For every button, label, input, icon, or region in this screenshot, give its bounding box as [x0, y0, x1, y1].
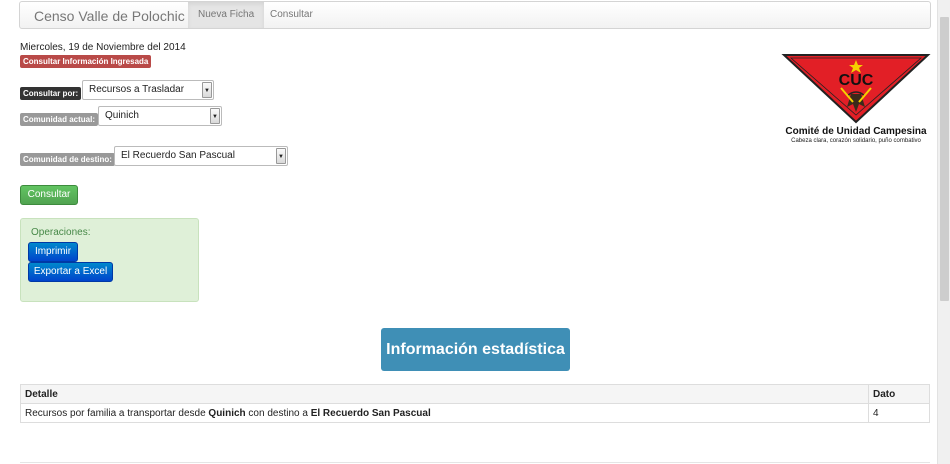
results-table: Detalle Dato Recursos por familia a tran…	[20, 384, 930, 423]
comunidad-destino-value: El Recuerdo San Pascual	[121, 150, 235, 161]
column-header-detalle: Detalle	[20, 384, 869, 404]
detail-origin: Quinich	[208, 407, 246, 419]
top-navbar: Censo Valle de Polochic Nueva Ficha Cons…	[19, 1, 931, 29]
detail-destination: El Recuerdo San Pascual	[310, 407, 431, 419]
value-cell: 4	[868, 403, 930, 423]
operations-panel: Operaciones: Imprimir Exportar a Excel	[20, 218, 199, 302]
consultar-por-label: Consultar por:	[20, 87, 82, 100]
table-row: Recursos por familia a transportar desde…	[20, 403, 930, 423]
detail-middle: con destino a	[245, 407, 311, 419]
current-date: Miercoles, 19 de Noviembre del 2014	[20, 42, 186, 53]
chevron-down-icon: ▼	[210, 108, 220, 124]
chevron-down-icon: ▼	[202, 82, 212, 98]
consultar-button[interactable]: Consultar	[20, 185, 78, 205]
consult-info-badge: Consultar Información Ingresada	[20, 55, 152, 68]
vertical-scrollbar[interactable]	[937, 0, 950, 464]
cuc-letters-text: CUC	[839, 72, 874, 89]
footer-divider	[20, 462, 930, 463]
column-header-dato: Dato	[868, 384, 930, 404]
tab-consultar[interactable]: Consultar	[260, 2, 323, 28]
detail-prefix: Recursos por familia a transportar desde	[25, 407, 209, 419]
logo-motto: Cabeza clara, corazón solidario, puño co…	[791, 138, 921, 144]
chevron-down-icon: ▼	[276, 148, 286, 164]
statistics-heading-button[interactable]: Información estadística	[381, 328, 570, 371]
cuc-logo: CUC Comité de Unidad Campesina Cabeza cl…	[781, 52, 931, 148]
comunidad-destino-select[interactable]: El Recuerdo San Pascual ▼	[114, 146, 288, 166]
cuc-letters: CUC	[839, 72, 874, 89]
tab-nueva-ficha[interactable]: Nueva Ficha	[188, 2, 265, 28]
app-brand[interactable]: Censo Valle de Polochic	[34, 8, 185, 24]
comunidad-destino-label: Comunidad de destino:	[20, 153, 115, 166]
consultar-por-value: Recursos a Trasladar	[89, 84, 185, 95]
scrollbar-thumb[interactable]	[940, 17, 949, 301]
comunidad-actual-value: Quinich	[105, 110, 139, 121]
comunidad-actual-select[interactable]: Quinich ▼	[98, 106, 222, 126]
table-header-row: Detalle Dato	[20, 384, 930, 404]
export-excel-button[interactable]: Exportar a Excel	[28, 262, 113, 282]
comunidad-actual-label: Comunidad actual:	[20, 113, 99, 126]
operations-title: Operaciones:	[31, 227, 91, 238]
print-button[interactable]: Imprimir	[28, 242, 78, 262]
logo-name: Comité de Unidad Campesina	[785, 126, 927, 137]
consultar-por-select[interactable]: Recursos a Trasladar ▼	[82, 80, 214, 100]
detail-cell: Recursos por familia a transportar desde…	[20, 403, 869, 423]
